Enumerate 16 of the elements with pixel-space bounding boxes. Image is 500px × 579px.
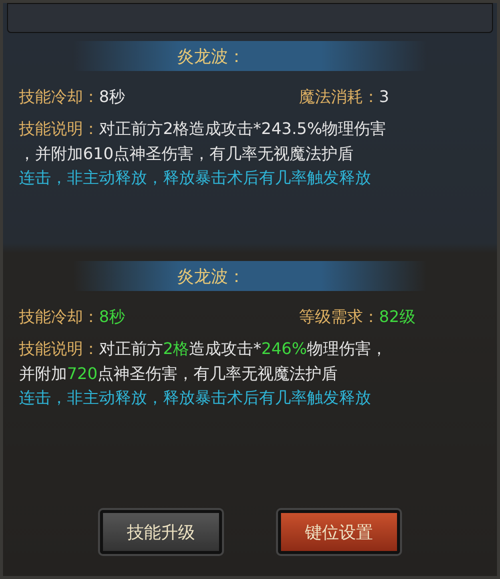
stat-label: 技能冷却： [19, 307, 99, 326]
skill-description: 技能说明：对正前方2格造成攻击*243.5%物理伤害 ，并附加610点神圣伤害，有几率无视魔法护盾 [19, 118, 388, 165]
stat-value: 8秒 [99, 307, 126, 326]
stat-label: 魔法消耗： [299, 87, 379, 106]
skill-title: 炎龙波： [177, 46, 245, 68]
skill-title: 炎龙波： [177, 266, 245, 288]
stat-label: 等级需求： [299, 307, 379, 326]
skill-note: 连击，非主动释放，释放暴击术后有几率触发释放 [18, 387, 372, 409]
skill-description: 技能说明：对正前方2格造成攻击*246%物理伤害， 并附加720点神圣伤害，有几率无视魔法护盾 [19, 338, 388, 385]
stat-value: 3 [379, 87, 390, 106]
key-settings-button[interactable]: 键位设置 [278, 510, 400, 554]
stat-label: 技能冷却： [19, 87, 99, 106]
upgrade-button[interactable]: 技能升级 [100, 510, 222, 554]
stat-value: 8秒 [99, 87, 126, 106]
stat-value: 82级 [379, 307, 416, 326]
skill-note: 连击，非主动释放，释放暴击术后有几率触发释放 [18, 167, 372, 189]
